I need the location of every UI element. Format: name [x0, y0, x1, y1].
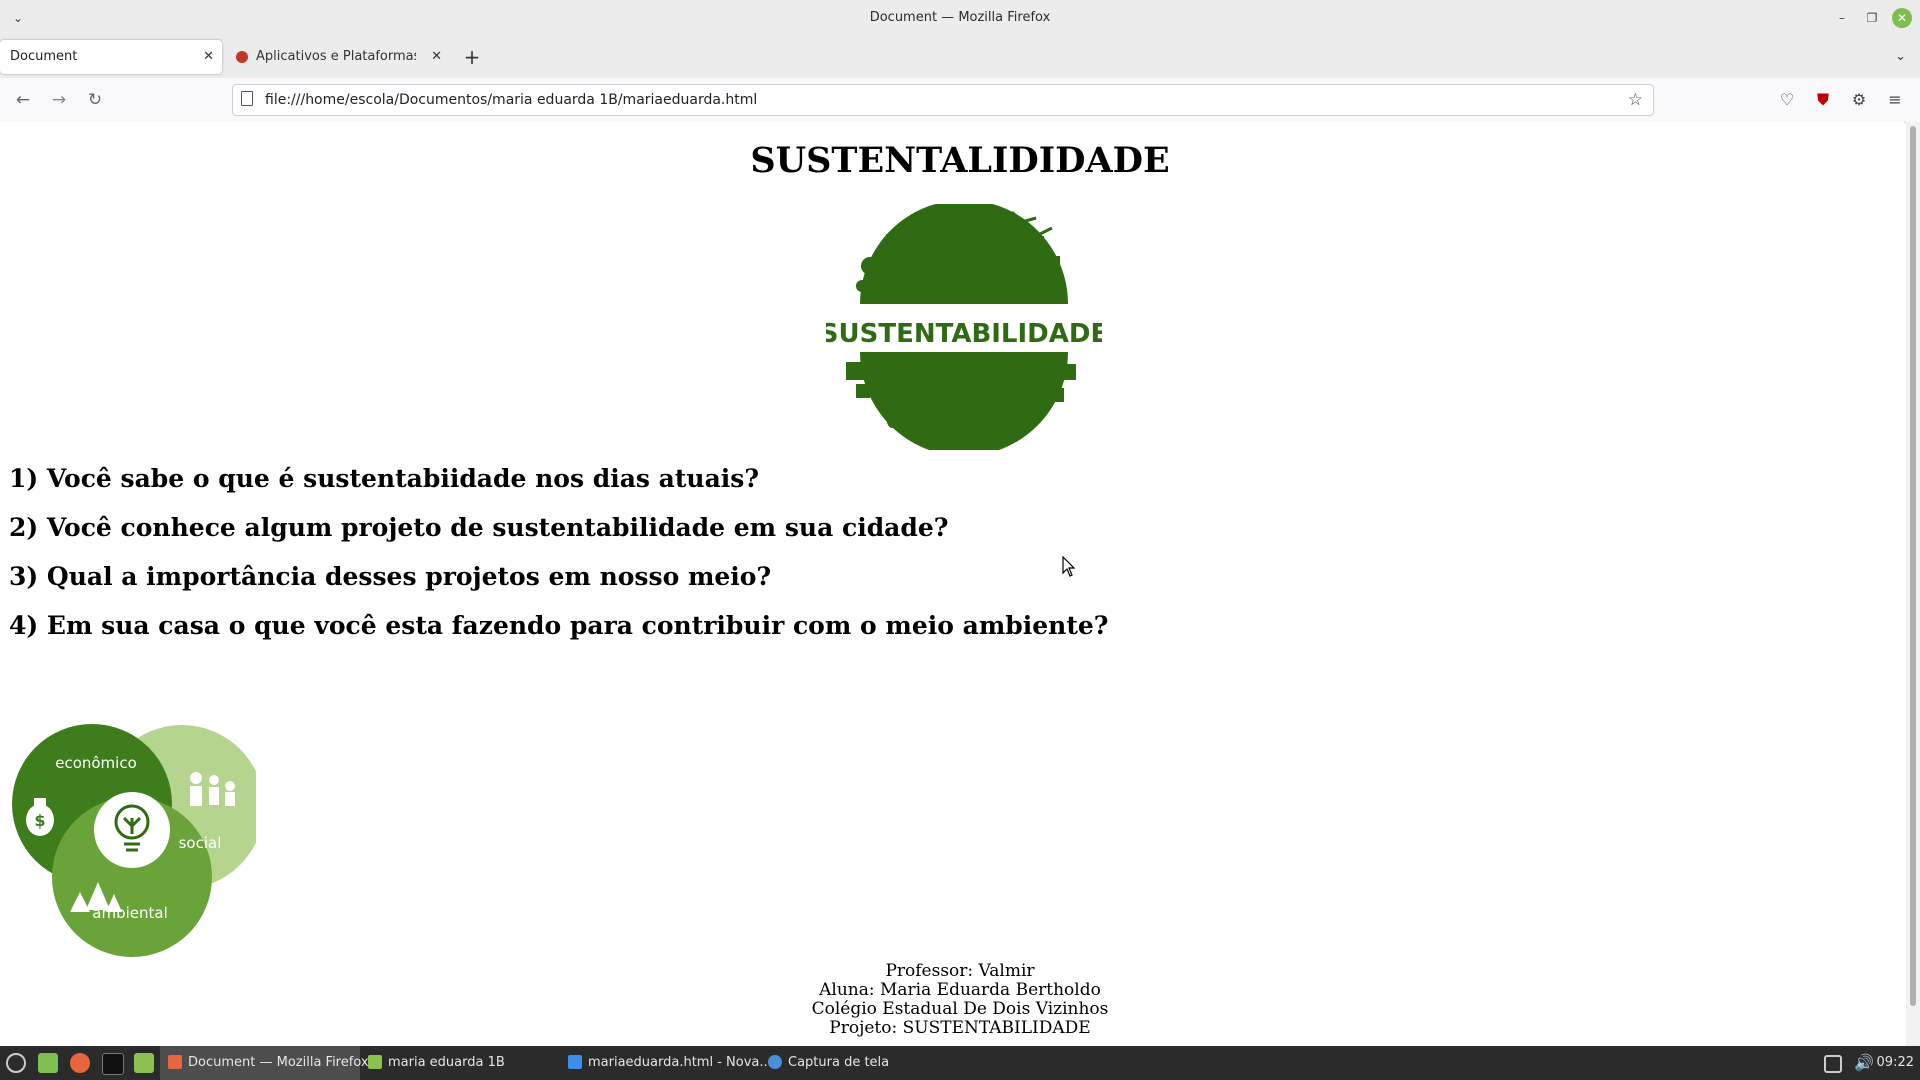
taskbar-item-label: Document — Mozilla Firefox [188, 1055, 369, 1070]
minimize-button[interactable]: – [1832, 8, 1852, 28]
svg-text:$: $ [34, 811, 45, 830]
taskbar-item-label: maria eduarda 1B [388, 1055, 505, 1070]
venn-label-ambiental: ambiental [92, 904, 167, 922]
url-bar[interactable]: file:///home/escola/Documentos/maria edu… [232, 84, 1654, 116]
venn-label-social: social [179, 834, 222, 852]
bookmark-star-icon[interactable]: ☆ [1628, 85, 1643, 115]
tab-label: Document [10, 49, 78, 64]
taskbar-item-screenshot[interactable]: Captura de tela [760, 1046, 920, 1080]
ublock-shield-icon[interactable]: ⛊ [1812, 89, 1834, 111]
files-launcher-icon[interactable] [134, 1053, 154, 1073]
window-title: Document — Mozilla Firefox [869, 10, 1051, 25]
window-titlebar: ⌄ Document — Mozilla Firefox – ❐ ✕ [0, 0, 1920, 36]
new-tab-button[interactable]: + [460, 44, 484, 70]
pocket-icon[interactable]: ♡ [1776, 89, 1798, 111]
page-content: SUSTENTALIDIDADE SUSTENTABILIDADE 1) Voc… [0, 122, 1904, 1046]
question-1: 1) Você sabe o que é sustentabiidade nos… [9, 464, 760, 493]
logo-text: SUSTENTABILIDADE [826, 319, 1102, 349]
question-3: 3) Qual a importância desses projetos em… [9, 562, 772, 591]
firefox-icon [168, 1054, 182, 1069]
sustainability-venn-diagram: $ econômico social ambiental [10, 722, 264, 958]
taskbar-item-folder[interactable]: maria eduarda 1B [360, 1046, 560, 1080]
taskbar-item-editor[interactable]: mariaeduarda.html - Nova... [560, 1046, 772, 1080]
page-icon [241, 91, 253, 106]
url-text[interactable]: file:///home/escola/Documentos/maria edu… [265, 85, 757, 115]
footer-professor: Professor: Valmir [885, 961, 1035, 981]
tab-document[interactable]: Document ✕ [0, 40, 222, 74]
app-menu-icon[interactable]: ≡ [1884, 89, 1906, 111]
question-2: 2) Você conhece algum projeto de sustent… [9, 513, 949, 542]
footer-colegio: Colégio Estadual De Dois Vizinhos [811, 999, 1109, 1019]
restore-button[interactable]: ❐ [1862, 8, 1882, 28]
close-tab-icon[interactable]: ✕ [203, 40, 214, 74]
mouse-cursor-icon [1062, 556, 1076, 577]
taskbar-item-label: mariaeduarda.html - Nova... [588, 1055, 772, 1070]
footer-projeto: Projeto: SUSTENTABILIDADE [829, 1018, 1091, 1038]
sustentabilidade-logo: SUSTENTABILIDADE [820, 200, 1108, 456]
start-menu-icon[interactable] [6, 1053, 26, 1073]
tab-strip: Document ✕ Aplicativos e Plataformas E ✕ [0, 36, 1920, 78]
close-tab-icon[interactable]: ✕ [431, 40, 442, 74]
tab-list-button[interactable]: ⌄ [1895, 44, 1906, 70]
tab-label: Aplicativos e Plataformas E [256, 49, 416, 64]
taskbar: Document — Mozilla Firefox maria eduarda… [0, 1046, 1920, 1080]
page-footer: Professor: Valmir Aluna: Maria Eduarda B… [0, 962, 1920, 1038]
footer-aluna: Aluna: Maria Eduarda Bertholdo [819, 980, 1101, 1000]
tab-aplicativos[interactable]: Aplicativos e Plataformas E ✕ [226, 40, 450, 74]
shield-favicon-icon [236, 51, 248, 63]
reload-button[interactable]: ↻ [84, 89, 106, 111]
folder-icon [368, 1054, 382, 1069]
taskbar-clock[interactable]: 09:22 [1877, 1046, 1914, 1080]
navigation-bar: ← → ↻ file:///home/escola/Documentos/mar… [0, 78, 1920, 123]
show-desktop-icon[interactable] [38, 1053, 58, 1073]
terminal-launcher-icon[interactable] [102, 1053, 124, 1075]
extensions-icon[interactable]: ⚙ [1848, 89, 1870, 111]
firefox-launcher-icon[interactable] [70, 1053, 90, 1073]
volume-icon[interactable]: 🔊 [1854, 1046, 1874, 1080]
question-4: 4) Em sua casa o que você esta fazendo p… [9, 611, 1109, 640]
back-button[interactable]: ← [12, 89, 34, 111]
notification-icon[interactable] [1824, 1055, 1842, 1073]
taskbar-item-label: Captura de tela [788, 1055, 890, 1070]
taskbar-item-firefox[interactable]: Document — Mozilla Firefox [160, 1046, 369, 1080]
vscode-icon [568, 1054, 582, 1069]
venn-label-economico: econômico [55, 754, 137, 772]
close-window-button[interactable]: ✕ [1892, 8, 1912, 28]
forward-button[interactable]: → [48, 89, 70, 111]
page-scrollbar[interactable] [1906, 122, 1920, 1046]
page-title: SUSTENTALIDIDADE [750, 140, 1170, 181]
camera-icon [768, 1054, 782, 1069]
scrollbar-thumb[interactable] [1910, 126, 1916, 1006]
